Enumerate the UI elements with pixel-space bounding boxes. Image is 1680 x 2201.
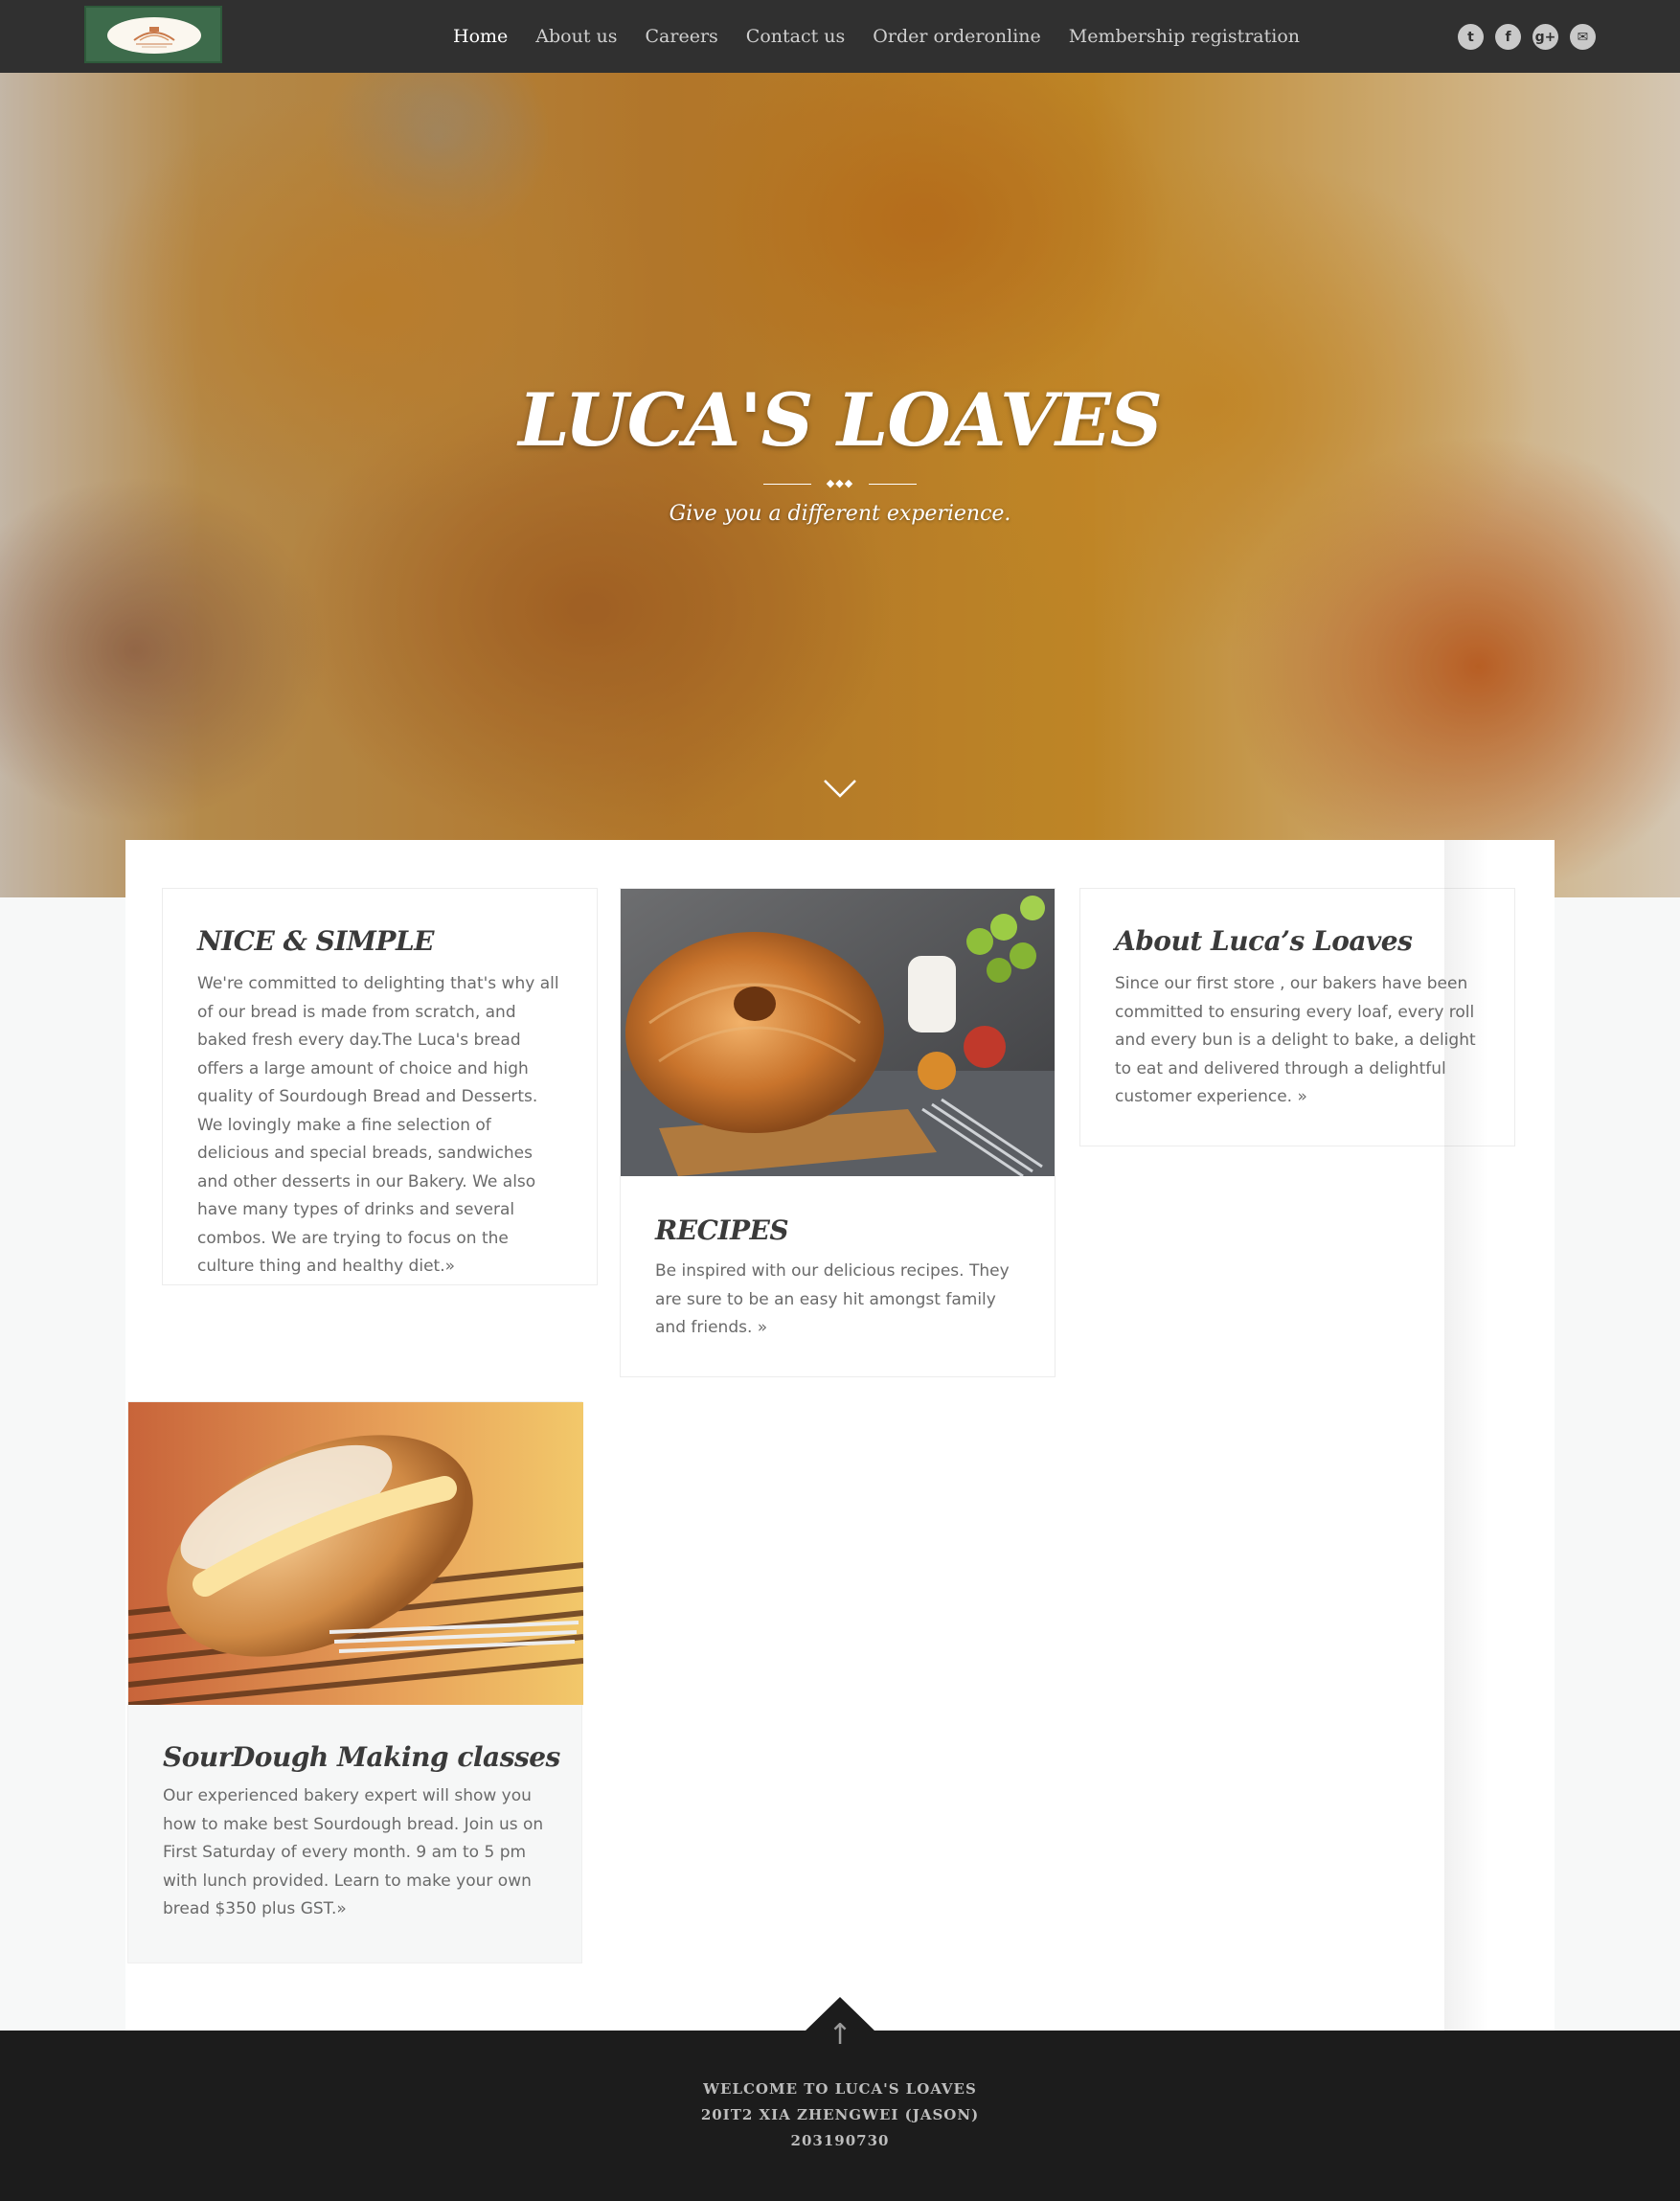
hero-divider: ◆◆◆ [763,477,917,490]
card-text: Be inspired with our delicious recipes. … [655,1261,1010,1337]
nav-about-us[interactable]: About us [535,26,617,47]
card-about-lucas-loaves: About Luca’s Loaves Since our first stor… [1079,888,1515,1146]
scroll-down-chevron-icon[interactable] [823,778,857,799]
nav-home[interactable]: Home [453,26,508,47]
google-plus-icon[interactable]: g+ [1532,24,1558,50]
card-text: Our experienced bakery expert will show … [163,1786,544,1918]
nav-order-online[interactable]: Order orderonline [873,26,1041,47]
email-icon[interactable]: ✉ [1570,24,1596,50]
social-links: t f g+ ✉ [1458,24,1596,50]
card-title: RECIPES [655,1214,789,1246]
card-text: Since our first store , our bakers have … [1115,974,1476,1106]
card-nice-and-simple: NICE & SIMPLE We're committed to delight… [162,888,598,1285]
nav-membership-registration[interactable]: Membership registration [1069,26,1300,47]
card-title: NICE & SIMPLE [197,925,435,957]
facebook-icon[interactable]: f [1495,24,1521,50]
hero-title: LUCA'S LOAVES [518,377,1162,463]
navbar: Home About us Careers Contact us Order o… [0,0,1680,73]
card-sourdough-classes: SourDough Making classes Our experienced… [127,1401,583,1963]
divider-diamonds: ◆◆◆ [826,477,854,489]
footer: WELCOME TO LUCA'S LOAVES 20IT2 XIA ZHENG… [0,2031,1680,2201]
card-title: SourDough Making classes [163,1741,560,1773]
card-title: About Luca’s Loaves [1115,925,1413,957]
main-navigation: Home About us Careers Contact us Order o… [453,0,1328,73]
footer-welcome: WELCOME TO LUCA'S LOAVES [703,2080,977,2098]
footer-student-id: 203190730 [790,2132,890,2149]
twitter-icon[interactable]: t [1458,24,1484,50]
recipes-bread-image[interactable] [621,889,1055,1176]
card-recipes: RECIPES Be inspired with our delicious r… [620,888,1056,1377]
arrow-up-icon[interactable]: ↑ [826,2021,854,2050]
nav-contact-us[interactable]: Contact us [746,26,845,47]
logo-emblem [107,17,201,54]
footer-author: 20IT2 XIA ZHENGWEI (JASON) [700,2106,980,2123]
content-panel: NICE & SIMPLE We're committed to delight… [125,840,1555,2031]
site-logo[interactable] [84,6,222,63]
nav-careers[interactable]: Careers [646,26,718,47]
hero-subtitle: Give you a different experience. [669,502,1011,526]
classes-pastry-image[interactable] [128,1402,583,1705]
hero-banner: LUCA'S LOAVES ◆◆◆ Give you a different e… [0,73,1680,897]
card-text: We're committed to delighting that's why… [197,974,559,1276]
